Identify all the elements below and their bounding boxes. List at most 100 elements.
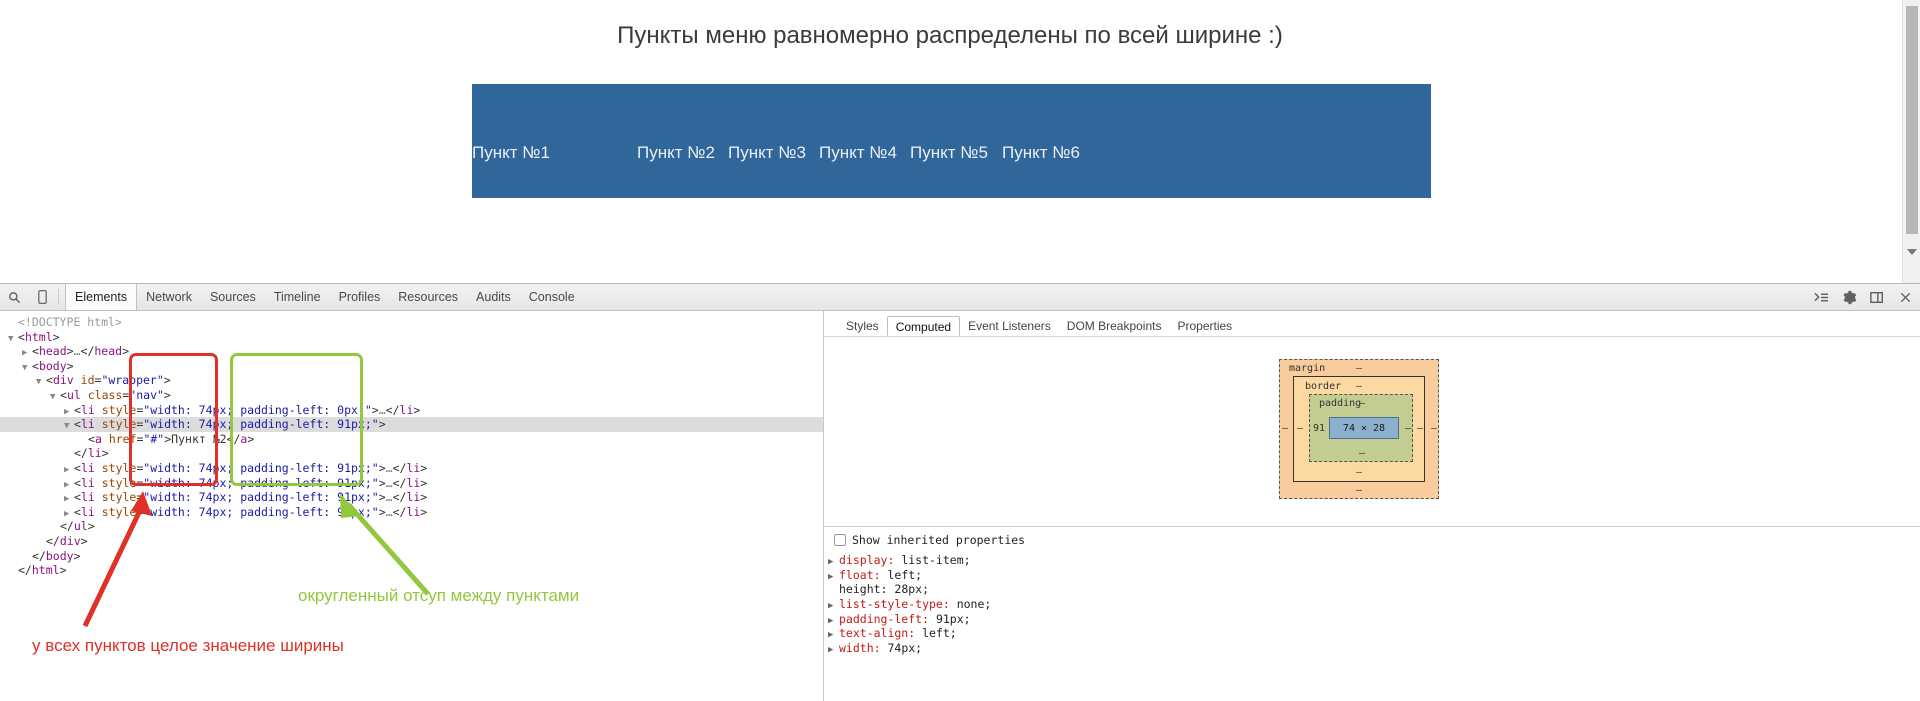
nav-item-1[interactable]: Пункт №1	[472, 136, 550, 170]
show-inherited-checkbox[interactable]	[834, 534, 846, 546]
nav-item-5[interactable]: Пункт №5	[819, 136, 988, 170]
page-title: Пункты меню равномерно распределены по в…	[617, 22, 1283, 49]
box-model-padding-right[interactable]: –	[1405, 423, 1411, 434]
show-inherited-row[interactable]: Show inherited properties	[834, 533, 1025, 547]
dom-row[interactable]: ▶</div>	[0, 534, 823, 549]
dom-row[interactable]: ▶<a href="#">Пункт №2</a>	[0, 431, 823, 447]
nav-link-1[interactable]: Пункт №1	[472, 143, 550, 162]
computed-property-row[interactable]: ▶ display: list-item;	[828, 553, 991, 568]
devtools-tab-bar: Elements Network Sources Timeline Profiles Re…	[65, 284, 584, 310]
sidebar-tab-computed[interactable]: Computed	[886, 315, 961, 336]
dom-row-content: <!DOCTYPE html>	[18, 315, 122, 329]
dom-row-content: <ul class="nav">	[60, 387, 171, 402]
box-model-border-label: border	[1305, 381, 1342, 392]
computed-property-value: 91px;	[935, 611, 971, 626]
devtools-tab-network[interactable]: Network	[137, 284, 201, 310]
styles-sidebar: Styles Computed Event Listeners DOM Breakpo…	[824, 311, 1920, 701]
dom-row[interactable]: ▶<!DOCTYPE html>	[0, 315, 823, 330]
annotation-green-caption: округленный отсуп между пунктами	[298, 586, 580, 605]
console-drawer-icon[interactable]	[1812, 288, 1830, 306]
dom-row[interactable]: ▶ <head>…</head>	[0, 344, 823, 359]
twisty-closed-icon[interactable]: ▶	[828, 643, 839, 658]
dom-row-content: <li style="width: 74px; padding-left: 91…	[74, 490, 428, 505]
computed-property-name: padding-left:	[839, 611, 936, 626]
dock-panel-icon[interactable]	[1868, 288, 1886, 306]
dom-row-content: <li style="width: 74px; padding-left: 91…	[74, 475, 428, 490]
computed-property-name: list-style-type:	[839, 597, 957, 612]
computed-properties-list: ▶display: list-item;▶float: left;▶height…	[828, 553, 991, 656]
sidebar-tab-event-listeners[interactable]: Event Listeners	[960, 316, 1059, 336]
sidebar-tab-properties[interactable]: Properties	[1169, 316, 1240, 336]
computed-property-value: 74px;	[887, 641, 923, 656]
computed-property-value: 28px;	[894, 582, 930, 597]
devtools-tab-audits[interactable]: Audits	[467, 284, 520, 310]
devtools-tab-sources[interactable]: Sources	[201, 284, 265, 310]
devtools-tab-elements[interactable]: Elements	[65, 284, 138, 310]
computed-property-value: list-item;	[901, 553, 971, 567]
dom-row[interactable]: ▶ <li style="width: 74px; padding-left: 0…	[0, 402, 823, 418]
gear-icon[interactable]	[1840, 288, 1858, 306]
computed-property-row[interactable]: ▶ float: left;	[828, 568, 991, 583]
box-model-border-top[interactable]: –	[1356, 381, 1362, 392]
box-model-padding-left[interactable]: 91	[1313, 423, 1325, 434]
computed-property-row[interactable]: ▶height: 28px;	[828, 582, 991, 597]
computed-property-row[interactable]: ▶ padding-left: 91px;	[828, 612, 991, 627]
devtools-body: ▶<!DOCTYPE html>▼<html>▶<head>…</head>▼<…	[0, 311, 1920, 701]
dom-row[interactable]: ▼ <div id="wrapper">	[0, 373, 823, 388]
sidebar-tab-styles[interactable]: Styles	[838, 316, 887, 336]
sidebar-tab-dom-breakpoints[interactable]: DOM Breakpoints	[1059, 316, 1170, 336]
computed-property-row[interactable]: ▶ list-style-type: none;	[828, 597, 991, 612]
nav-item-6[interactable]: Пункт №6	[910, 136, 1080, 170]
devtools-tab-timeline[interactable]: Timeline	[265, 284, 330, 310]
toolbar-divider	[58, 289, 59, 305]
dom-row[interactable]: ▼ <html>	[0, 330, 823, 345]
scroll-down-arrow-icon[interactable]	[1903, 243, 1920, 261]
box-model-border-bottom[interactable]: –	[1356, 467, 1362, 478]
box-model-margin-left[interactable]: –	[1282, 423, 1288, 434]
dom-row[interactable]: ▶</body>	[0, 549, 823, 564]
box-model-margin-top[interactable]: –	[1356, 363, 1362, 374]
computed-property-row[interactable]: ▶ text-align: left;	[828, 626, 991, 641]
dom-row-selected[interactable]: ▼ <li style="width: 74px; padding-left: 9…	[0, 417, 823, 432]
close-icon[interactable]	[1896, 288, 1914, 306]
search-icon[interactable]	[0, 284, 28, 310]
box-model-border-right[interactable]: –	[1417, 423, 1423, 434]
dom-row-content: <head>…</head>	[32, 344, 130, 359]
nav-item-2[interactable]: Пункт №2	[546, 136, 715, 170]
devtools-tab-resources[interactable]: Resources	[389, 284, 467, 310]
computed-property-value: left;	[922, 626, 957, 641]
dom-row-content: <li style="width: 74px; padding-left: 0p…	[74, 402, 421, 417]
dom-row[interactable]: ▼ <ul class="nav">	[0, 387, 823, 403]
page-scrollbar-thumb[interactable]	[1906, 6, 1918, 234]
box-model-margin-bottom[interactable]: –	[1356, 485, 1362, 496]
computed-property-name: display:	[839, 553, 902, 567]
dom-row[interactable]: ▶ <li style="width: 74px; padding-left: 9…	[0, 475, 823, 491]
page-scrollbar[interactable]	[1902, 0, 1920, 283]
dom-row[interactable]: ▶ <li style="width: 74px; padding-left: 9…	[0, 460, 823, 476]
box-model-content[interactable]: 74 × 28	[1329, 417, 1399, 439]
box-model-padding-top[interactable]: –	[1359, 398, 1365, 409]
dom-row[interactable]: ▶ <li style="width: 74px; padding-left: 9…	[0, 490, 823, 505]
nav-link-6[interactable]: Пункт №6	[1002, 143, 1080, 162]
nav-item-4[interactable]: Пункт №4	[728, 136, 897, 170]
dom-tree: ▶<!DOCTYPE html>▼<html>▶<head>…</head>▼<…	[0, 311, 823, 578]
computed-property-name: height:	[839, 582, 895, 597]
dom-row-content: <li style="width: 74px; padding-left: 91…	[74, 417, 386, 432]
dom-row[interactable]: ▶</html>	[0, 563, 823, 578]
box-model-margin-label: margin	[1289, 363, 1326, 374]
dom-row-content: <li style="width: 74px; padding-left: 91…	[74, 460, 428, 475]
box-model-margin-right[interactable]: –	[1431, 423, 1437, 434]
devtools-tab-profiles[interactable]: Profiles	[330, 284, 390, 310]
dom-row-content: </ul>	[60, 519, 95, 534]
device-icon[interactable]	[28, 284, 56, 310]
box-model-padding-bottom[interactable]: –	[1359, 448, 1365, 459]
devtools-tab-console[interactable]: Console	[520, 284, 584, 310]
dom-row[interactable]: ▶ <li style="width: 74px; padding-left: 9…	[0, 505, 823, 520]
dom-row-content: <a href="#">Пункт №2</a>	[88, 431, 255, 446]
dom-row[interactable]: ▶</ul>	[0, 519, 823, 534]
dom-row[interactable]: ▼ <body>	[0, 359, 823, 374]
box-model-border-left[interactable]: –	[1297, 423, 1303, 434]
dom-row[interactable]: ▶</li>	[0, 446, 823, 461]
computed-property-row[interactable]: ▶ width: 74px;	[828, 641, 991, 656]
nav-item-3[interactable]: Пункт №3	[637, 136, 806, 170]
